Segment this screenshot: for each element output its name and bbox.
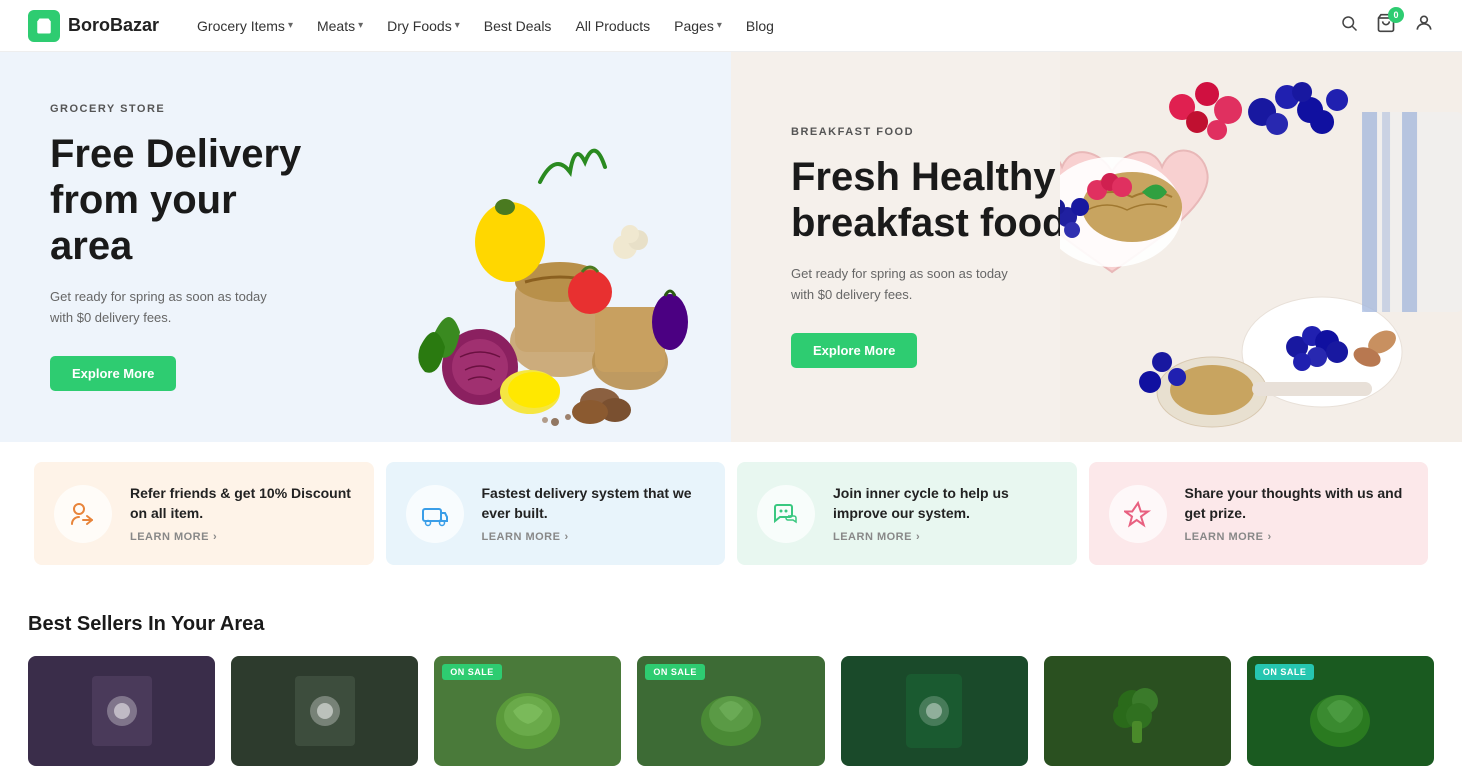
info-card-prize: Share your thoughts with us and get priz…: [1089, 462, 1429, 565]
product-card-3[interactable]: ON SALE: [434, 656, 621, 766]
products-grid: ON SALE ON SALE: [28, 656, 1434, 766]
user-button[interactable]: [1414, 13, 1434, 38]
hero-right-cta[interactable]: Explore More: [791, 333, 917, 368]
hero-left-desc: Get ready for spring as soon as today wi…: [50, 287, 290, 329]
on-sale-badge-3: ON SALE: [442, 664, 502, 680]
chevron-down-icon: ▾: [717, 20, 722, 31]
brand-name: BoroBazar: [68, 15, 159, 36]
product-card-4[interactable]: ON SALE: [637, 656, 824, 766]
best-sellers-section: Best Sellers In Your Area: [0, 585, 1462, 766]
nav-links: Grocery Items ▾ Meats ▾ Dry Foods ▾ Best…: [187, 12, 1340, 40]
info-card-refer-learn[interactable]: LEARN MORE ›: [130, 531, 354, 543]
info-card-refer-title: Refer friends & get 10% Discount on all …: [130, 484, 354, 523]
arrow-right-icon: ›: [564, 531, 568, 543]
person-arrow-icon-wrap: [54, 485, 112, 543]
nav-actions: 0: [1340, 13, 1434, 38]
product-card-2[interactable]: [231, 656, 418, 766]
on-sale-badge-7: ON SALE: [1255, 664, 1315, 680]
product-image-2: [231, 656, 418, 766]
nav-item-dry-foods[interactable]: Dry Foods ▾: [377, 12, 470, 40]
chevron-down-icon: ▾: [358, 20, 363, 31]
chevron-down-icon: ▾: [455, 20, 460, 31]
product-image-5: [841, 656, 1028, 766]
info-card-delivery: Fastest delivery system that we ever bui…: [386, 462, 726, 565]
info-card-prize-learn[interactable]: LEARN MORE ›: [1185, 531, 1409, 543]
info-section: Refer friends & get 10% Discount on all …: [0, 442, 1462, 585]
hero-left: GROCERY STORE Free Delivery from your ar…: [0, 52, 731, 442]
nav-item-all-products[interactable]: All Products: [565, 12, 660, 40]
nav-item-grocery[interactable]: Grocery Items ▾: [187, 12, 303, 40]
nav-item-meats[interactable]: Meats ▾: [307, 12, 373, 40]
info-card-feedback-learn[interactable]: LEARN MORE ›: [833, 531, 1057, 543]
hero-right-title: Fresh Healthy breakfast food: [791, 154, 1071, 246]
nav-item-best-deals[interactable]: Best Deals: [474, 12, 562, 40]
hero-section: GROCERY STORE Free Delivery from your ar…: [0, 52, 1462, 442]
chevron-down-icon: ▾: [288, 20, 293, 31]
product-card-7[interactable]: ON SALE: [1247, 656, 1434, 766]
delivery-truck-icon-wrap: [406, 485, 464, 543]
product-card-1[interactable]: [28, 656, 215, 766]
product-card-5[interactable]: [841, 656, 1028, 766]
logo[interactable]: BoroBazar: [28, 10, 159, 42]
on-sale-badge-4: ON SALE: [645, 664, 705, 680]
info-card-delivery-title: Fastest delivery system that we ever bui…: [482, 484, 706, 523]
product-card-6[interactable]: [1044, 656, 1231, 766]
hero-left-title: Free Delivery from your area: [50, 131, 330, 269]
arrow-right-icon: ›: [1267, 531, 1271, 543]
hero-left-image: [329, 52, 731, 442]
hero-left-cta[interactable]: Explore More: [50, 356, 176, 391]
search-button[interactable]: [1340, 14, 1358, 37]
star-icon-wrap: [1109, 485, 1167, 543]
arrow-right-icon: ›: [213, 531, 217, 543]
product-image-6: [1044, 656, 1231, 766]
info-card-prize-title: Share your thoughts with us and get priz…: [1185, 484, 1409, 523]
cart-badge: 0: [1388, 7, 1404, 23]
arrow-right-icon: ›: [916, 531, 920, 543]
hero-right-desc: Get ready for spring as soon as today wi…: [791, 264, 1031, 306]
nav-item-blog[interactable]: Blog: [736, 12, 784, 40]
best-sellers-title: Best Sellers In Your Area: [28, 613, 1434, 636]
info-card-feedback-title: Join inner cycle to help us improve our …: [833, 484, 1057, 523]
navbar: BoroBazar Grocery Items ▾ Meats ▾ Dry Fo…: [0, 0, 1462, 52]
nav-item-pages[interactable]: Pages ▾: [664, 12, 732, 40]
hero-right: BREAKFAST FOOD Fresh Healthy breakfast f…: [731, 52, 1462, 442]
info-card-feedback: Join inner cycle to help us improve our …: [737, 462, 1077, 565]
product-image-1: [28, 656, 215, 766]
info-card-refer: Refer friends & get 10% Discount on all …: [34, 462, 374, 565]
chat-bubble-icon-wrap: [757, 485, 815, 543]
logo-icon: [28, 10, 60, 42]
hero-right-image: [1060, 52, 1462, 442]
cart-button[interactable]: 0: [1376, 13, 1396, 38]
info-card-delivery-learn[interactable]: LEARN MORE ›: [482, 531, 706, 543]
